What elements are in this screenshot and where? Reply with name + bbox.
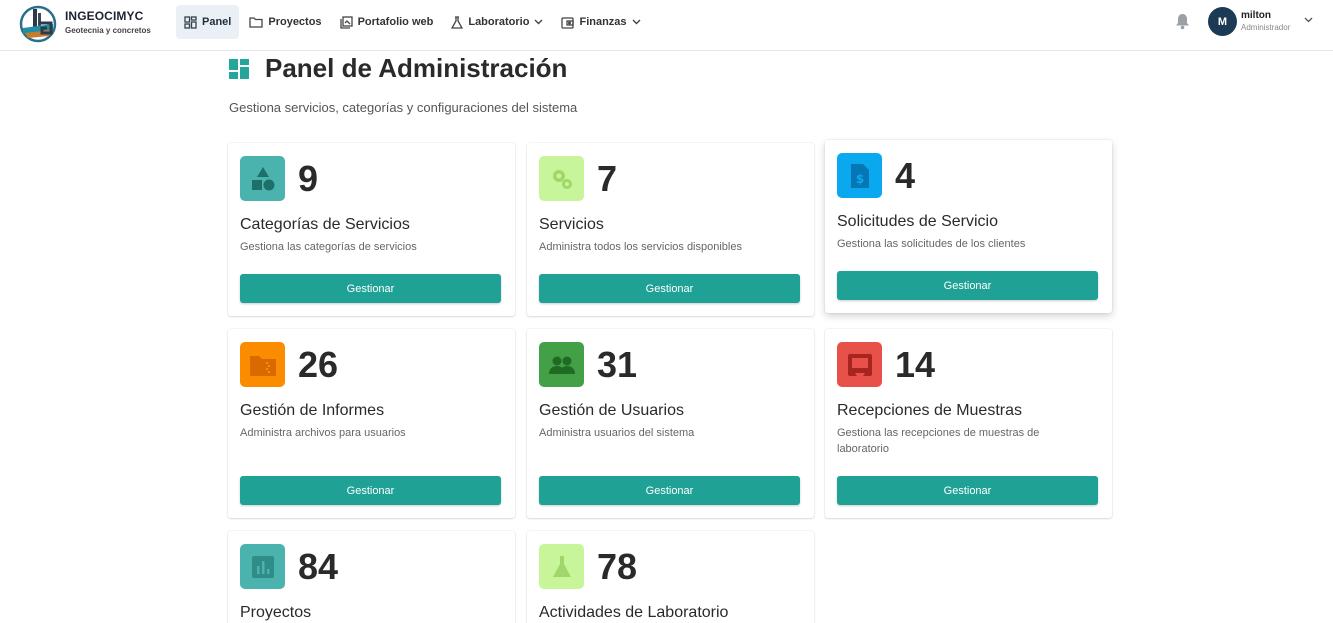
nav-item-panel[interactable]: Panel (176, 5, 240, 39)
card-count: 26 (298, 344, 339, 385)
card-icon-tile (240, 156, 285, 201)
card-title: Actividades de Laboratorio (539, 604, 729, 621)
nav-item-proyectos[interactable]: Proyectos (241, 5, 329, 39)
card-description: Gestiona las solicitudes de los clientes (837, 238, 1026, 250)
flask-icon (451, 15, 464, 29)
card-count: 4 (895, 155, 916, 196)
card-title: Gestión de Informes (240, 402, 385, 419)
card-icon-tile (240, 544, 285, 589)
notification-bell-icon[interactable] (1175, 13, 1190, 30)
card-icon-tile (240, 342, 285, 387)
gears-icon (552, 169, 572, 189)
nav-item-label: Finanzas (579, 16, 627, 28)
user-role: Administrador (1241, 23, 1291, 32)
card-description: Gestiona las categorías de servicios (240, 241, 417, 253)
nav-item-portafolio[interactable]: Portafolio web (332, 5, 442, 39)
dashboard-icon (184, 15, 197, 29)
page-subtitle: Gestiona servicios, categorías y configu… (229, 100, 578, 115)
flask-icon (552, 555, 571, 577)
card-servicios: 7 Servicios Administra todos los servici… (527, 143, 814, 316)
inbox-icon (847, 353, 872, 376)
card-title: Solicitudes de Servicio (837, 213, 998, 230)
card-title: Servicios (539, 216, 604, 233)
card-count: 9 (298, 158, 319, 199)
nav-item-label: Panel (202, 16, 232, 28)
chevron-down-icon[interactable] (1304, 17, 1313, 23)
brand-name: INGEOCIMYC (65, 9, 144, 23)
card-description: Administra archivos para usuarios (240, 427, 406, 439)
page-title: Panel de Administración (265, 52, 568, 83)
card-title: Categorías de Servicios (240, 216, 410, 233)
card-gestion-usuarios: 31 Gestión de Usuarios Administra usuari… (527, 329, 814, 518)
card-actividades-laboratorio: 78 Actividades de Laboratorio (527, 531, 814, 623)
card-icon-tile (539, 342, 584, 387)
folder-icon (249, 17, 264, 28)
user-name[interactable]: milton (1241, 10, 1271, 21)
gestionar-button[interactable]: Gestionar (539, 274, 800, 303)
portfolio-icon (339, 15, 353, 29)
card-icon-tile (539, 156, 584, 201)
card-recepciones-muestras: 14 Recepciones de Muestras Gestiona las … (825, 329, 1112, 518)
chevron-down-icon (534, 19, 543, 25)
gestionar-button[interactable]: Gestionar (539, 476, 800, 505)
card-icon-tile: $ (837, 153, 882, 198)
card-count: 31 (597, 344, 638, 385)
card-proyectos: 84 Proyectos (228, 531, 515, 623)
avatar[interactable]: M (1208, 7, 1237, 36)
bar-chart-icon (251, 555, 274, 578)
card-count: 78 (597, 546, 638, 587)
card-count: 7 (597, 158, 618, 199)
card-icon-tile (837, 342, 882, 387)
top-navbar: INGEOCIMYC Geotecnia y concretos Panel P… (0, 0, 1333, 51)
brand-tagline: Geotecnia y concretos (65, 26, 151, 35)
users-icon (548, 356, 575, 374)
card-gestion-informes: 26 Gestión de Informes Administra archiv… (228, 329, 515, 518)
svg-text:$: $ (855, 172, 863, 186)
shapes-icon (251, 166, 274, 190)
folder-zip-icon (249, 355, 276, 376)
main-nav: Panel Proyectos Portafolio web Laborator… (176, 5, 651, 39)
card-description: Administra usuarios del sistema (539, 427, 695, 439)
card-solicitudes-servicio: $ 4 Solicitudes de Servicio Gestiona las… (825, 140, 1112, 313)
gestionar-button[interactable]: Gestionar (837, 476, 1098, 505)
nav-item-label: Proyectos (268, 16, 322, 28)
card-icon-tile (539, 544, 584, 589)
gestionar-button[interactable]: Gestionar (837, 271, 1098, 300)
nav-item-laboratorio[interactable]: Laboratorio (443, 5, 551, 39)
gestionar-button[interactable]: Gestionar (240, 274, 501, 303)
card-categorias-servicios: 9 Categorías de Servicios Gestiona las c… (228, 143, 515, 316)
page-heading: Panel de Administración (229, 52, 567, 84)
company-logo[interactable] (18, 3, 58, 43)
request-doc-icon: $ (850, 163, 869, 188)
chevron-down-icon (632, 19, 641, 25)
card-title: Proyectos (240, 604, 312, 621)
nav-item-label: Portafolio web (357, 16, 434, 28)
dashboard-icon (229, 59, 249, 79)
card-title: Recepciones de Muestras (837, 402, 1022, 419)
card-count: 84 (298, 546, 339, 587)
finance-icon (561, 16, 575, 29)
gestionar-button[interactable]: Gestionar (240, 476, 501, 505)
card-description: Gestiona las recepciones de muestras de … (837, 427, 1040, 455)
card-description: Administra todos los servicios disponibl… (539, 241, 742, 253)
brand: INGEOCIMYC Geotecnia y concretos (65, 9, 151, 35)
card-count: 14 (895, 344, 936, 385)
nav-item-label: Laboratorio (468, 16, 530, 28)
card-title: Gestión de Usuarios (539, 402, 684, 419)
nav-item-finanzas[interactable]: Finanzas (553, 5, 648, 39)
